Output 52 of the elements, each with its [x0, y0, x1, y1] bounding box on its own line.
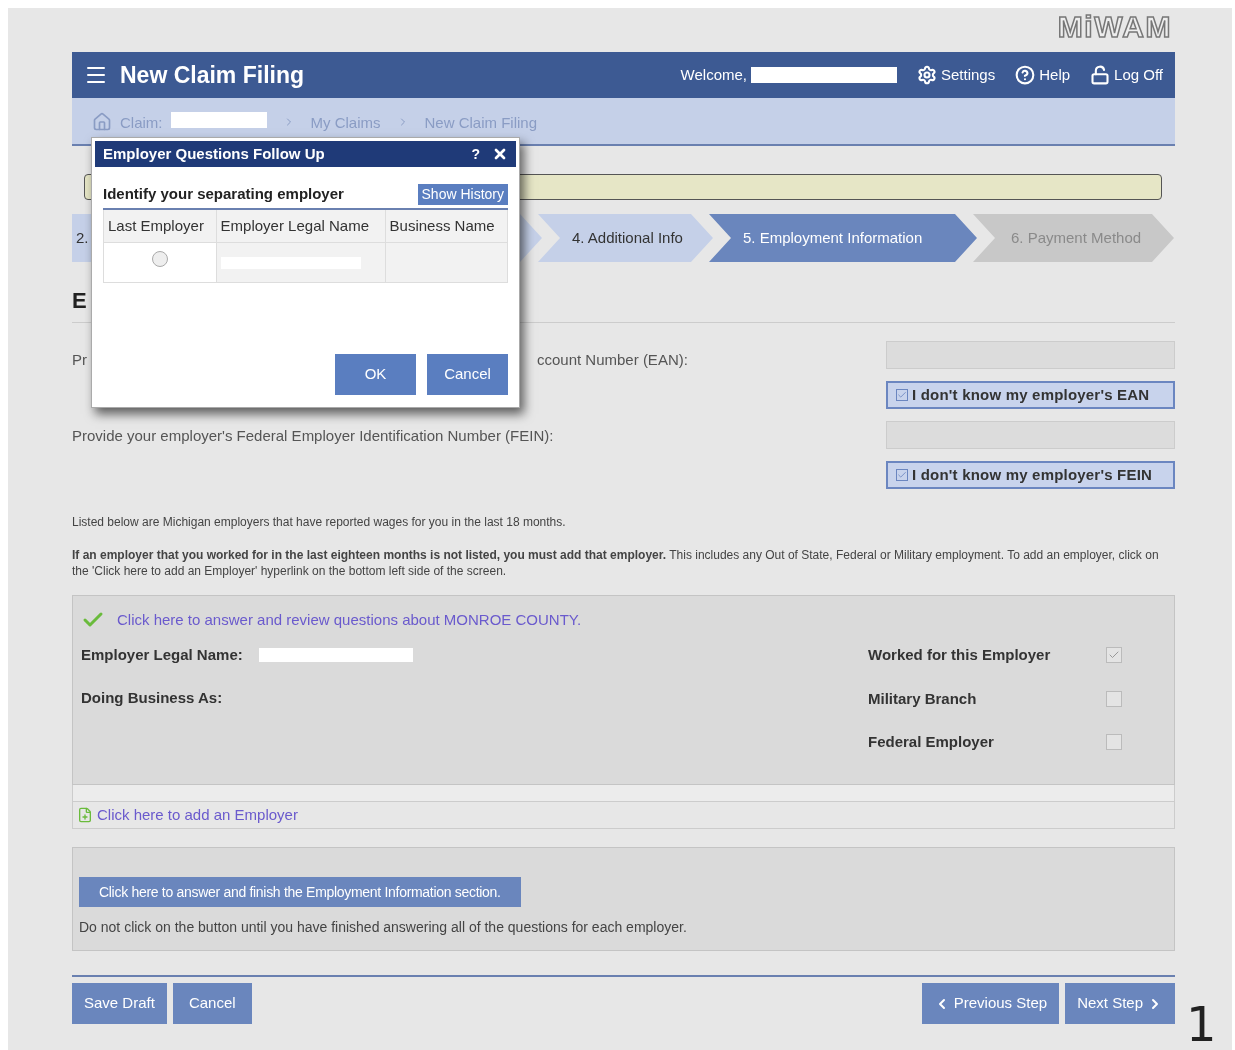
show-history-button[interactable]: Show History	[417, 183, 508, 205]
header-link[interactable]: Log Off	[1090, 63, 1163, 87]
cancel-button[interactable]: Cancel	[172, 983, 252, 1024]
home-icon	[92, 112, 112, 132]
help-button[interactable]: ?	[471, 143, 480, 165]
header-link[interactable]: Settings	[917, 63, 996, 87]
field-label: Provide your employer's Federal Employer Identification Number (FEIN):	[72, 426, 554, 446]
header-link[interactable]: Help	[1015, 63, 1071, 87]
checkbox[interactable]	[1106, 690, 1122, 707]
field-label: Federal Employer	[868, 732, 994, 752]
field-label: Employer Legal Name:	[81, 645, 243, 665]
column-header: Last Employer	[103, 208, 217, 243]
input-field[interactable]	[886, 421, 1175, 449]
field-label: Doing Business As:	[81, 687, 224, 708]
page-title: New Claim Filing	[120, 60, 305, 90]
column-header: Business Name	[385, 208, 508, 243]
cancel-button[interactable]: Cancel	[427, 354, 508, 395]
notice-text: If an employer that you worked for in the last eighteen months is not listed, you must add that employer. This includes any Out of State, Federal or Military employment. To add an employer, click on the 'Click here to add an Employer' hyperlink on the bottom left side of the screen.	[72, 547, 1160, 579]
wizard-step[interactable]: 4. Additional Info	[538, 214, 713, 262]
add-employer-link[interactable]: Click here to add an Employer	[97, 803, 298, 827]
previous-button[interactable]: Previous Step	[921, 983, 1060, 1024]
close-icon[interactable]	[492, 146, 508, 162]
field-label: ccount Number (EAN):	[537, 350, 688, 370]
warning-text: Do not click on the button until you have finished answering all of the questions for each employer.	[79, 918, 688, 937]
wizard-step[interactable]: 5. Employment Information	[709, 214, 977, 262]
field-label: Military Branch	[868, 688, 977, 709]
checkbox[interactable]	[1106, 734, 1122, 751]
save-draft-button[interactable]: Save Draft	[72, 983, 167, 1024]
radio-button[interactable]	[151, 251, 168, 268]
settings-icon	[917, 65, 937, 85]
checkbox-button[interactable]: I don't know my employer's FEIN	[886, 461, 1175, 489]
add-file-icon	[77, 807, 93, 823]
field-label: Pr	[72, 350, 87, 370]
checkbox[interactable]	[1106, 647, 1122, 664]
checkbox-icon	[896, 389, 908, 401]
help-icon	[1015, 65, 1036, 85]
dialog-heading: Identify your separating employer	[103, 184, 344, 204]
finish-button[interactable]: Click here to answer and finish the Employment Information section.	[79, 877, 521, 907]
ok-button[interactable]: OK	[335, 354, 416, 395]
dialog-title: Employer Questions Follow Up	[103, 143, 325, 164]
checkbox-button[interactable]: I don't know my employer's EAN	[886, 381, 1175, 409]
input-field[interactable]	[886, 341, 1175, 369]
padlock-icon	[1090, 65, 1111, 85]
info-text: Listed below are Michigan employers that have reported wages for you in the last 18 months.	[72, 514, 567, 531]
next-button[interactable]: Next Step	[1065, 983, 1175, 1024]
page-number: 1	[1186, 1000, 1217, 1048]
review-link[interactable]: Click here to answer and review questions about MONROE COUNTY.	[117, 608, 582, 632]
checkbox-icon	[896, 469, 908, 481]
section-heading: E	[72, 287, 88, 312]
column-header: Employer Legal Name	[216, 208, 386, 243]
welcome-text: Welcome,	[680, 64, 747, 85]
field-label: Worked for this Employer	[868, 645, 1051, 665]
